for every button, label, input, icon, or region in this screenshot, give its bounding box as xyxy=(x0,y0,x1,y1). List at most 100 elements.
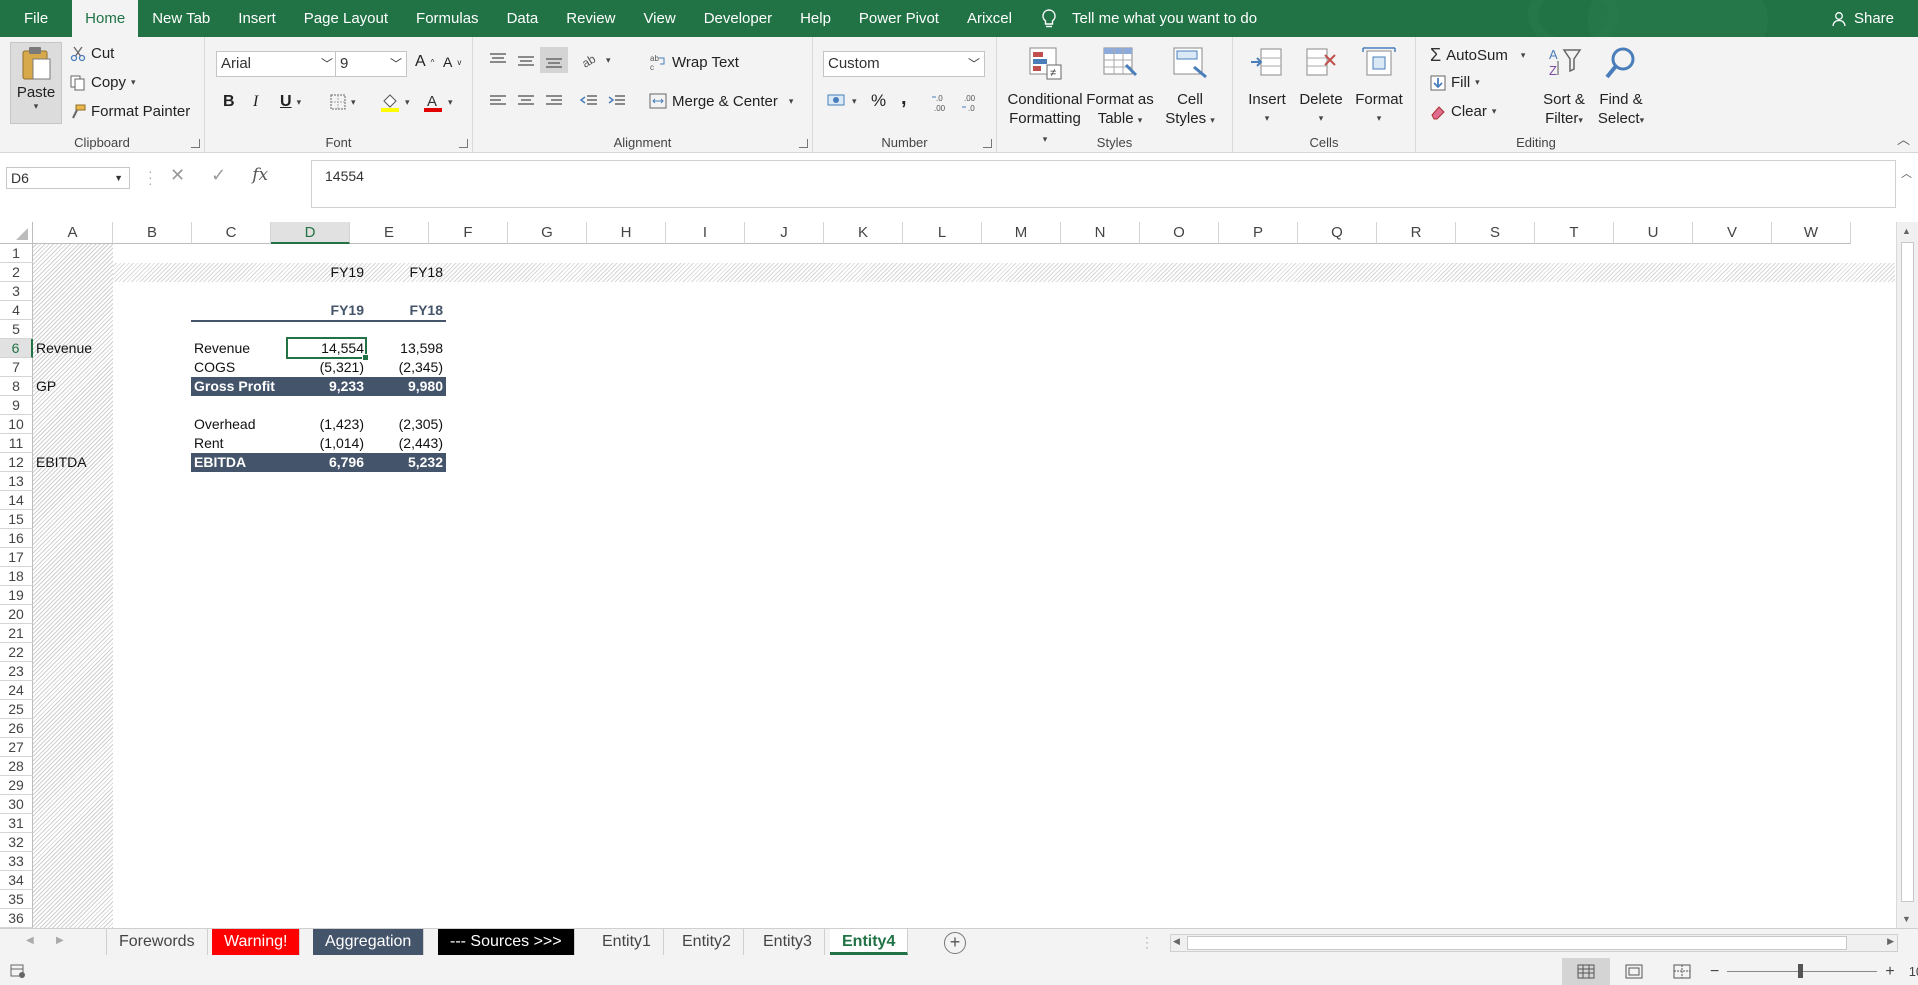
dialog-launcher-icon[interactable] xyxy=(191,139,200,148)
value-ebitda-fy19[interactable]: 6,796 xyxy=(288,453,367,472)
align-middle-icon[interactable] xyxy=(516,51,536,69)
column-header-w[interactable]: W xyxy=(1772,222,1851,244)
cell-e2[interactable]: FY18 xyxy=(367,263,446,282)
column-header-q[interactable]: Q xyxy=(1298,222,1377,244)
cell-a6[interactable]: Revenue xyxy=(36,339,92,358)
accounting-format-button[interactable]: ▾ xyxy=(827,93,857,109)
row-header-27[interactable]: 27 xyxy=(0,738,33,757)
page-break-view-button[interactable] xyxy=(1658,958,1706,985)
tab-review[interactable]: Review xyxy=(552,0,629,37)
label-cogs[interactable]: COGS xyxy=(194,358,235,377)
sheet-tab-entity4[interactable]: Entity4 xyxy=(830,929,909,955)
row-header-36[interactable]: 36 xyxy=(0,909,33,928)
column-header-s[interactable]: S xyxy=(1456,222,1535,244)
wrap-text-button[interactable]: ab c Wrap Text xyxy=(649,53,739,72)
font-color-button[interactable]: A ▾ xyxy=(423,92,453,112)
find-select-button[interactable]: Find & Select▾ xyxy=(1592,45,1650,130)
sheet-tab-forewords[interactable]: Forewords xyxy=(106,929,208,955)
formula-input[interactable]: 14554 xyxy=(311,160,1896,208)
row-header-3[interactable]: 3 xyxy=(0,282,33,301)
enter-icon[interactable]: ✓ xyxy=(211,165,226,186)
tab-split-grip-icon[interactable]: · · · xyxy=(1145,931,1149,953)
zoom-in-icon[interactable]: + xyxy=(1885,963,1894,981)
borders-button[interactable]: ▾ xyxy=(330,94,356,110)
scroll-right-icon[interactable]: ▶ xyxy=(1887,936,1894,947)
row-header-9[interactable]: 9 xyxy=(0,396,33,415)
underline-button[interactable]: U ▾ xyxy=(280,93,301,111)
value-overhead-fy18[interactable]: (2,305) xyxy=(367,415,446,434)
dialog-launcher-icon[interactable] xyxy=(799,139,808,148)
label-gross-profit[interactable]: Gross Profit xyxy=(194,377,275,396)
vertical-scrollbar[interactable]: ▲ ▼ xyxy=(1896,222,1918,928)
clear-button[interactable]: Clear ▾ xyxy=(1430,103,1496,120)
row-header-34[interactable]: 34 xyxy=(0,871,33,890)
column-header-r[interactable]: R xyxy=(1377,222,1456,244)
insert-function-button[interactable]: fx xyxy=(252,165,268,186)
macro-record-icon[interactable] xyxy=(10,964,26,979)
decrease-indent-icon[interactable] xyxy=(579,92,599,110)
label-rent[interactable]: Rent xyxy=(194,434,224,453)
column-header-l[interactable]: L xyxy=(903,222,982,244)
tab-view[interactable]: View xyxy=(629,0,689,37)
dialog-launcher-icon[interactable] xyxy=(983,139,992,148)
row-header-32[interactable]: 32 xyxy=(0,833,33,852)
row-header-28[interactable]: 28 xyxy=(0,757,33,776)
value-overhead-fy19[interactable]: (1,423) xyxy=(288,415,367,434)
format-cells-button[interactable]: Format ▾ xyxy=(1349,45,1409,128)
align-right-icon[interactable] xyxy=(544,92,564,110)
bold-button[interactable]: B xyxy=(223,93,235,111)
row-header-25[interactable]: 25 xyxy=(0,700,33,719)
tab-formulas[interactable]: Formulas xyxy=(402,0,493,37)
sheet-tab-aggregation[interactable]: Aggregation xyxy=(313,929,425,955)
cell-styles-button[interactable]: Cell Styles ▾ xyxy=(1157,45,1223,130)
font-size-combo[interactable]: 9 ﹀ xyxy=(335,51,407,77)
font-name-combo[interactable]: Arial ﹀ xyxy=(216,51,338,77)
sheet-tab-warning[interactable]: Warning! xyxy=(212,929,301,955)
column-header-i[interactable]: I xyxy=(666,222,745,244)
sheet-tab-entity3[interactable]: Entity3 xyxy=(751,929,825,955)
row-header-30[interactable]: 30 xyxy=(0,795,33,814)
column-header-n[interactable]: N xyxy=(1061,222,1140,244)
fill-button[interactable]: Fill ▾ xyxy=(1430,74,1480,91)
normal-view-button[interactable] xyxy=(1562,958,1610,985)
align-center-icon[interactable] xyxy=(516,92,536,110)
value-rent-fy19[interactable]: (1,014) xyxy=(288,434,367,453)
scroll-left-icon[interactable]: ◀ xyxy=(1173,936,1180,947)
tab-power-pivot[interactable]: Power Pivot xyxy=(845,0,953,37)
merge-center-button[interactable]: Merge & Center ▾ xyxy=(649,92,793,110)
decrease-font-size-button[interactable]: Av xyxy=(443,54,461,70)
next-sheet-icon[interactable]: ▶ xyxy=(56,935,64,946)
tab-developer[interactable]: Developer xyxy=(690,0,786,37)
page-layout-view-button[interactable] xyxy=(1610,958,1658,985)
dialog-launcher-icon[interactable] xyxy=(459,139,468,148)
scroll-down-icon[interactable]: ▼ xyxy=(1902,914,1911,924)
row-header-13[interactable]: 13 xyxy=(0,472,33,491)
zoom-level[interactable]: 100% xyxy=(1909,964,1918,979)
cut-button[interactable]: Cut xyxy=(70,45,114,62)
name-box[interactable]: D6 ▼ xyxy=(6,167,130,189)
value-ebitda-fy18[interactable]: 5,232 xyxy=(367,453,446,472)
tab-page-layout[interactable]: Page Layout xyxy=(290,0,402,37)
prev-sheet-icon[interactable]: ◀ xyxy=(26,935,34,946)
row-header-18[interactable]: 18 xyxy=(0,567,33,586)
orientation-button[interactable]: ab ▾ xyxy=(581,51,611,69)
cancel-icon[interactable]: ✕ xyxy=(170,165,185,186)
value-gross-profit-fy18[interactable]: 9,980 xyxy=(367,377,446,396)
label-overhead[interactable]: Overhead xyxy=(194,415,255,434)
tab-home[interactable]: Home xyxy=(72,0,139,37)
row-header-29[interactable]: 29 xyxy=(0,776,33,795)
italic-button[interactable]: I xyxy=(253,93,258,111)
format-painter-button[interactable]: Format Painter xyxy=(70,103,190,120)
row-header-35[interactable]: 35 xyxy=(0,890,33,909)
column-header-f[interactable]: F xyxy=(429,222,508,244)
column-header-k[interactable]: K xyxy=(824,222,903,244)
row-header-22[interactable]: 22 xyxy=(0,643,33,662)
cell-a12[interactable]: EBITDA xyxy=(36,453,87,472)
format-as-table-button[interactable]: Format as Table ▾ xyxy=(1085,45,1155,130)
column-header-o[interactable]: O xyxy=(1140,222,1219,244)
horizontal-scroll-thumb[interactable] xyxy=(1187,936,1847,950)
row-header-5[interactable]: 5 xyxy=(0,320,33,339)
row-header-16[interactable]: 16 xyxy=(0,529,33,548)
scroll-up-icon[interactable]: ▲ xyxy=(1902,226,1911,236)
number-format-combo[interactable]: Custom ﹀ xyxy=(823,51,985,77)
